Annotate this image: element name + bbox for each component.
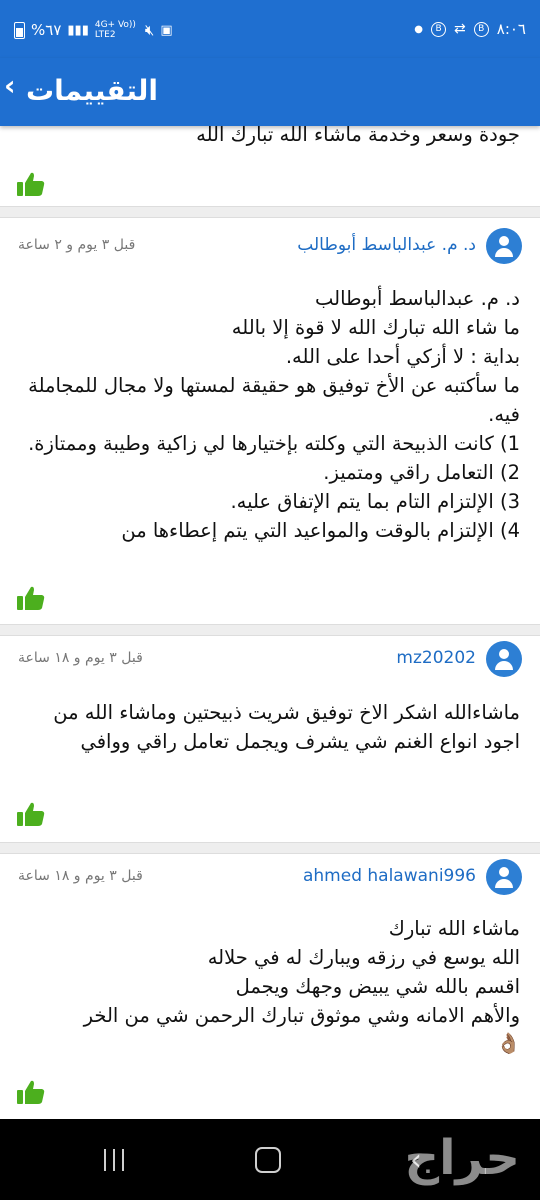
divider — [0, 206, 540, 218]
app-bar: ‹ التقييمات — [0, 58, 540, 126]
mute-icon: 🔇︎ — [144, 21, 155, 39]
review-time: قبل ٣ يوم و ٢ ساعة — [18, 237, 136, 253]
review-item: ahmed halawani996 قبل ٣ يوم و ١٨ ساعة ما… — [0, 854, 540, 1119]
b-badge-icon: B — [431, 21, 447, 37]
thumbs-up-icon[interactable] — [16, 1078, 46, 1106]
b-badge-icon-2: B — [473, 21, 489, 37]
recent-apps-button[interactable] — [104, 1149, 124, 1171]
review-item: mz20202 قبل ٣ يوم و ١٨ ساعة ماشاءالله اش… — [0, 636, 540, 842]
reviews-list[interactable]: جودة وسعر وخدمة ماشاء الله تبارك الله د.… — [0, 126, 540, 1119]
haraj-watermark: حراج — [300, 1128, 530, 1194]
link-icon: ⇄ — [454, 21, 466, 37]
review-author[interactable]: د. م. عبدالباسط أبوطالب — [297, 235, 476, 255]
watermark-text: حراج — [404, 1130, 521, 1186]
review-body: ماشاءالله اشكر الاخ توفيق شريت ذبيحتين و… — [53, 701, 520, 753]
review-body: جودة وسعر وخدمة ماشاء الله تبارك الله — [196, 126, 520, 146]
review-time: قبل ٣ يوم و ١٨ ساعة — [18, 868, 143, 884]
avatar — [486, 228, 522, 264]
status-right: ● B ⇄ B ٨:٠٦ — [414, 20, 526, 38]
status-bar: %٦٧ ▮▮▮ 4G+ Vo)) LTE2 🔇︎ ▣ ● B ⇄ B ٨:٠٦ — [0, 0, 540, 58]
page-title: التقييمات — [26, 74, 158, 107]
divider — [0, 624, 540, 636]
battery-icon — [14, 21, 25, 39]
review-item: د. م. عبدالباسط أبوطالب قبل ٣ يوم و ٢ سا… — [0, 218, 540, 624]
home-button[interactable] — [255, 1147, 281, 1173]
review-body: ماشاء الله تبارك الله يوسع في رزقه ويبار… — [83, 917, 520, 1027]
review-item: جودة وسعر وخدمة ماشاء الله تبارك الله — [0, 126, 540, 206]
thumbs-up-icon[interactable] — [16, 170, 46, 198]
review-body: د. م. عبدالباسط أبوطالب ما شاء الله تبار… — [28, 287, 520, 542]
ok-hand-emoji: 👌🏽 — [496, 1031, 521, 1055]
signal-icon: ▮▮▮ — [67, 22, 89, 38]
dot-icon: ● — [414, 23, 424, 35]
chevron-back-icon[interactable]: ‹ — [4, 68, 16, 104]
review-time: قبل ٣ يوم و ١٨ ساعة — [18, 650, 143, 666]
avatar — [486, 859, 522, 895]
divider — [0, 842, 540, 854]
status-left: %٦٧ ▮▮▮ 4G+ Vo)) LTE2 🔇︎ ▣ — [14, 20, 173, 40]
clock: ٨:٠٦ — [496, 20, 526, 38]
thumbs-up-icon[interactable] — [16, 800, 46, 828]
network-type: 4G+ Vo)) LTE2 — [94, 20, 136, 40]
review-author[interactable]: mz20202 — [396, 648, 476, 668]
review-author[interactable]: ahmed halawani996 — [303, 866, 476, 886]
avatar — [486, 641, 522, 677]
app-notification-icon: ▣ — [160, 22, 173, 38]
battery-level: %٦٧ — [31, 21, 62, 39]
thumbs-up-icon[interactable] — [16, 584, 46, 612]
